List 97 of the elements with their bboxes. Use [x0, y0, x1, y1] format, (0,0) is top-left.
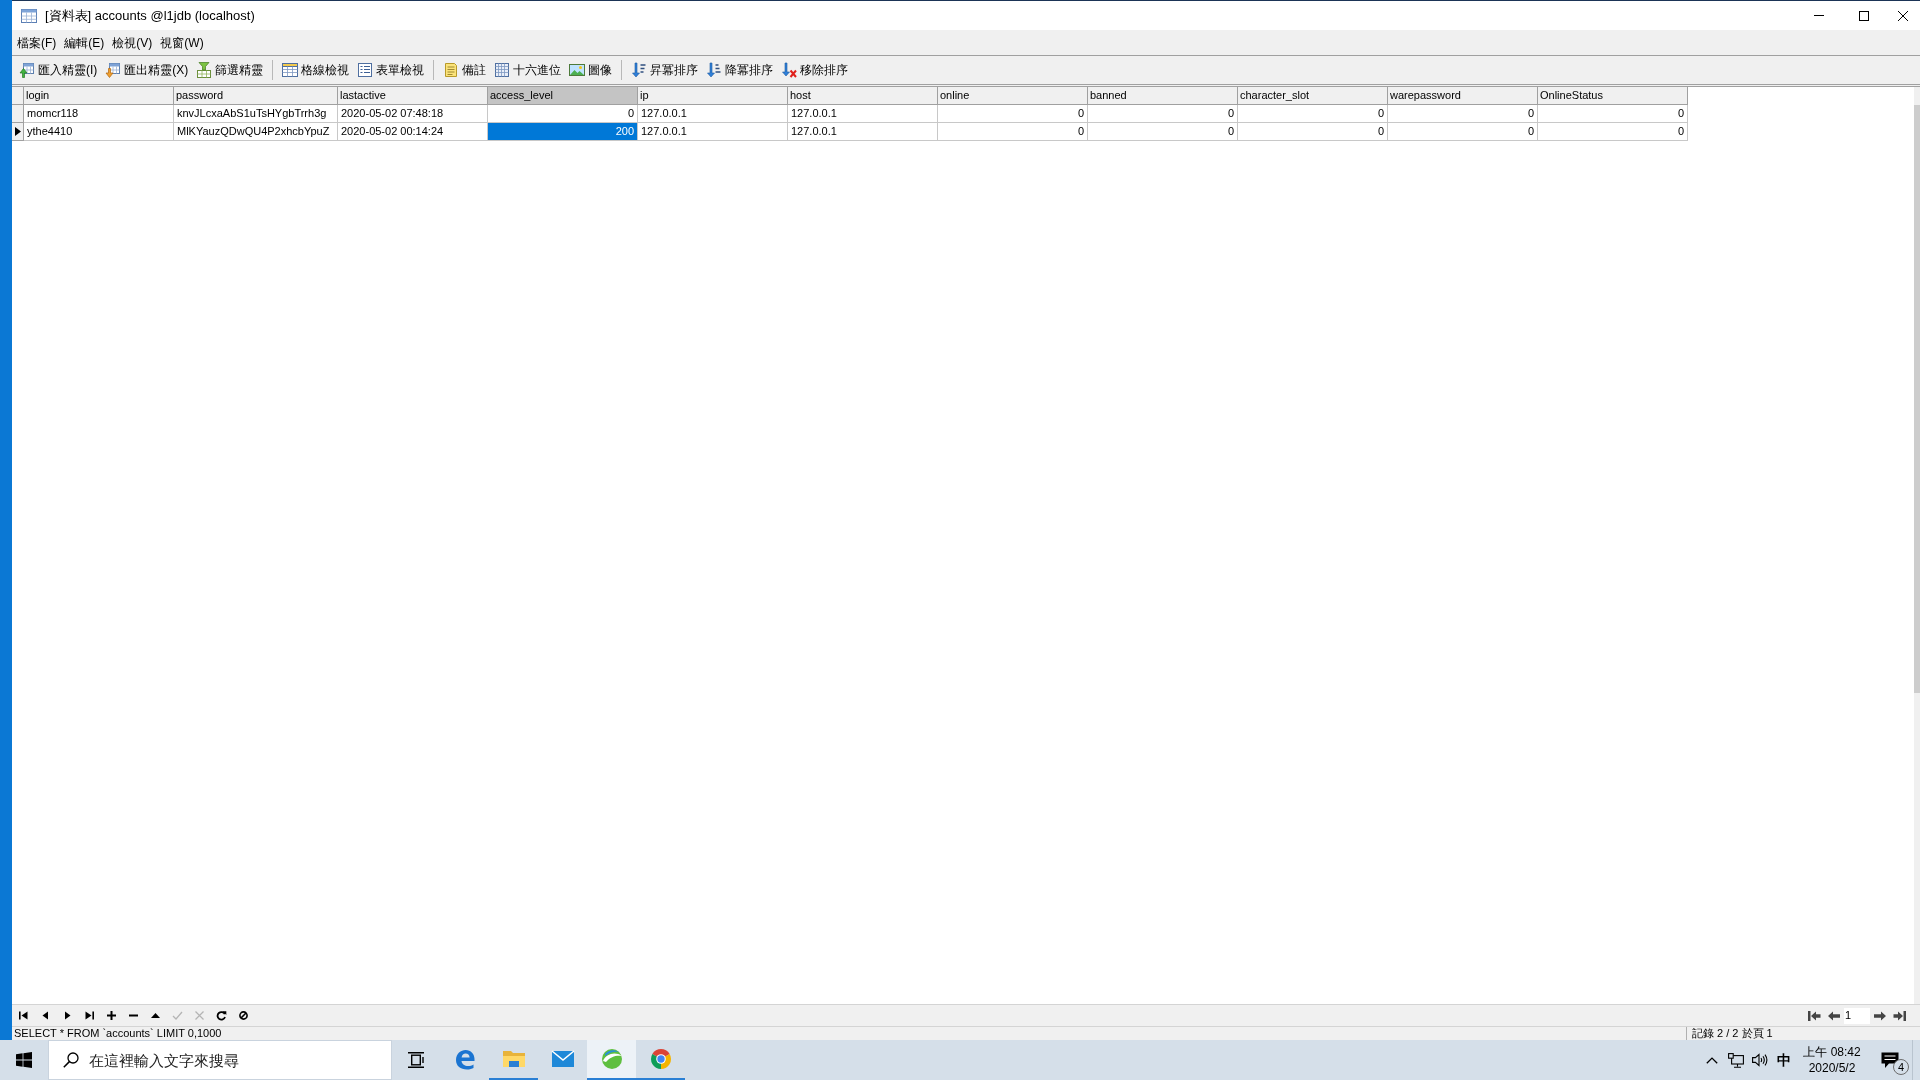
column-header[interactable]: login — [24, 87, 174, 105]
speech-bubble-icon — [1881, 1051, 1899, 1069]
circle-segments-icon — [648, 1047, 673, 1071]
table-cell: 0 — [1088, 105, 1238, 123]
taskbar-app-button[interactable] — [587, 1040, 636, 1080]
arrow-right-bar-icon — [1893, 1009, 1907, 1022]
toolbar-button[interactable]: 備註 — [439, 58, 491, 82]
picture-icon — [569, 62, 586, 78]
menu-item[interactable]: 編輯(E) — [60, 32, 109, 53]
toolbar-button[interactable]: 十六進位 — [490, 58, 566, 82]
table-cell: 127.0.0.1 — [788, 105, 938, 123]
table-cell: 0 — [488, 105, 638, 123]
menu-item[interactable]: 檔案(F) — [13, 32, 61, 53]
skip-start-icon — [17, 1010, 29, 1021]
table-cell: 0 — [1388, 105, 1538, 123]
funnel-grid-icon — [196, 62, 213, 78]
table-cell: 127.0.0.1 — [638, 105, 788, 123]
table-cell: 0 — [1238, 105, 1388, 123]
table-up-arrow-icon — [19, 62, 35, 78]
network-monitor-icon — [1728, 1052, 1744, 1068]
form-icon — [357, 62, 374, 78]
search-field[interactable]: 在這裡輸入文字來搜尋 — [48, 1040, 392, 1080]
row-pointer-icon — [14, 127, 21, 136]
maximize-icon — [1858, 10, 1869, 21]
search-icon — [63, 1052, 79, 1068]
table-cell: 127.0.0.1 — [638, 123, 788, 141]
table-cell: 0 — [938, 105, 1088, 123]
table-cell: 0 — [1538, 123, 1688, 141]
notification-count: 4 — [1893, 1059, 1909, 1075]
table-cell: 0 — [1238, 123, 1388, 141]
toolbar-button[interactable]: 匯入精靈(I) — [15, 58, 102, 82]
table-cell: MlKYauzQDwQU4P2xhcbYpuZ — [174, 123, 338, 141]
table-cell: 2020-05-02 00:14:24 — [338, 123, 488, 141]
plus-icon — [105, 1010, 117, 1021]
column-header[interactable]: banned — [1088, 87, 1238, 105]
scrollbar-thumb[interactable] — [1914, 105, 1920, 693]
sort-remove-icon — [781, 62, 798, 78]
table-cell: 0 — [1088, 123, 1238, 141]
triangle-up-icon — [149, 1010, 161, 1021]
column-header[interactable]: warepassword — [1388, 87, 1538, 105]
notifications-button[interactable]: 4 — [1868, 1040, 1912, 1080]
row-header[interactable] — [12, 123, 24, 141]
table-down-arrow-icon — [105, 62, 122, 78]
table-icon — [21, 8, 37, 23]
table-cell: 127.0.0.1 — [788, 123, 938, 141]
grid-icon — [282, 62, 299, 78]
toolbar-button[interactable]: 篩選精靈 — [192, 58, 268, 82]
toolbar-button[interactable]: 表單檢視 — [353, 58, 429, 82]
stop-icon — [237, 1010, 249, 1021]
column-header[interactable]: online — [938, 87, 1088, 105]
menu-item[interactable]: 檢視(V) — [108, 32, 157, 53]
column-header[interactable]: OnlineStatus — [1538, 87, 1688, 105]
bar-arrow-left-icon — [1807, 1009, 1821, 1022]
toolbar-button[interactable]: 圖像 — [565, 58, 617, 82]
toolbar-button[interactable]: 格線檢視 — [278, 58, 354, 82]
table-cell: 0 — [1388, 123, 1538, 141]
table-cell: knvJLcxaAbS1uTsHYgbTrrh3g — [174, 105, 338, 123]
status-text: SELECT * FROM `accounts` LIMIT 0,1000 — [13, 1027, 222, 1040]
toolbar-button[interactable]: 移除排序 — [777, 58, 853, 82]
column-header[interactable]: lastactive — [338, 87, 488, 105]
window-title: [資料表] accounts @l1jdb (localhost) — [45, 6, 255, 25]
toolbar-button[interactable]: 降冪排序 — [702, 58, 778, 82]
note-icon — [443, 62, 460, 78]
close-icon — [1898, 10, 1908, 21]
page-number-field[interactable]: 1 — [1844, 1007, 1870, 1024]
input-mode-toggle[interactable]: 中 — [1772, 1040, 1796, 1080]
table-cell: 0 — [938, 123, 1088, 141]
table-cell: 2020-05-02 07:48:18 — [338, 105, 488, 123]
arrow-left-icon — [1827, 1009, 1841, 1022]
taskbar-clock[interactable]: 上午 08:42 2020/5/2 — [1796, 1040, 1868, 1080]
sort-descending-icon — [706, 62, 723, 78]
sort-ascending-icon — [631, 62, 648, 78]
menu-item[interactable]: 視窗(W) — [156, 32, 208, 53]
toolbar-button[interactable]: 匯出精靈(X) — [101, 58, 193, 82]
start-icon — [16, 1052, 32, 1068]
table-cell: 200 — [488, 123, 638, 141]
table-cell: momcr118 — [24, 105, 174, 123]
skip-end-icon — [83, 1010, 95, 1021]
cross-icon — [193, 1010, 205, 1021]
table-cell: ythe4410 — [24, 123, 174, 141]
scrollbar[interactable] — [1914, 87, 1920, 1004]
chevron-up-icon — [1706, 1056, 1718, 1064]
refresh-icon — [215, 1010, 227, 1021]
minimize-icon — [1813, 15, 1824, 16]
column-header[interactable]: ip — [638, 87, 788, 105]
column-header[interactable]: host — [788, 87, 938, 105]
task-view-icon — [407, 1052, 425, 1068]
grid-icon — [494, 62, 511, 78]
column-header[interactable]: password — [174, 87, 338, 105]
toolbar-button[interactable]: 昇冪排序 — [627, 58, 703, 82]
table-cell: 0 — [1538, 105, 1688, 123]
check-icon — [171, 1010, 183, 1021]
sphere-icon — [599, 1047, 624, 1071]
column-header[interactable]: character_slot — [1238, 87, 1388, 105]
arrow-right-icon — [1873, 1009, 1887, 1022]
speaker-icon — [1752, 1053, 1768, 1067]
column-header[interactable]: access_level — [488, 87, 638, 105]
